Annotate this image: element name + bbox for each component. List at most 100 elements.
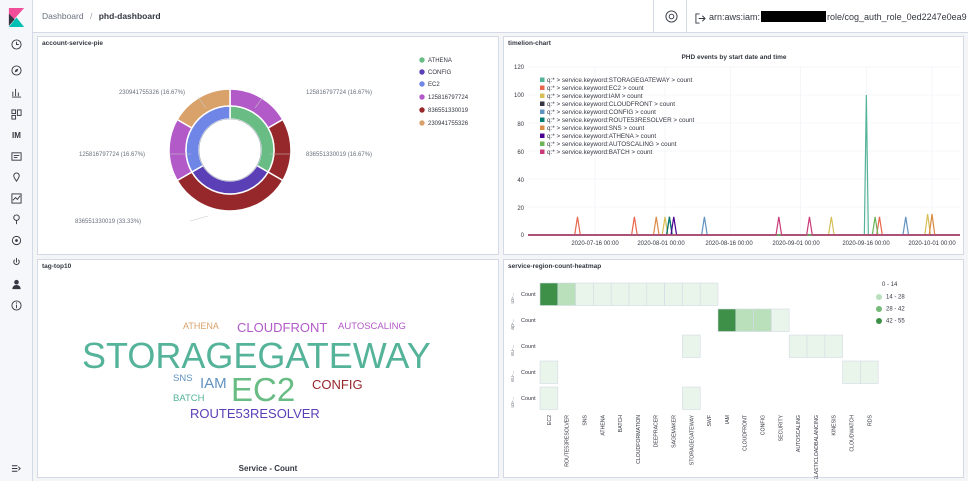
- dock-icon[interactable]: [8, 460, 25, 477]
- info-icon[interactable]: [8, 297, 25, 314]
- series-line[interactable]: [528, 216, 960, 236]
- row-label: Count: [521, 370, 536, 376]
- tag-sns[interactable]: SNS: [173, 374, 193, 384]
- legend-item[interactable]: q:* > service.keyword:ROUTE53RESOLVER > …: [540, 117, 694, 124]
- graph-icon[interactable]: [8, 211, 25, 228]
- heatmap-legend-item[interactable]: 42 - 55: [876, 318, 905, 325]
- heatmap-cell[interactable]: [575, 282, 594, 306]
- heatmap-cell[interactable]: [682, 386, 701, 410]
- legend-item[interactable]: q:* > service.keyword:ATHENA > count: [540, 133, 656, 140]
- row-label: Count: [521, 292, 536, 298]
- series-line[interactable]: [528, 216, 960, 236]
- row-label: Count: [521, 344, 536, 350]
- security-icon[interactable]: [8, 276, 25, 293]
- heatmap-cell[interactable]: [557, 282, 576, 306]
- chart-legend: q:* > service.keyword:STORAGEGATEWAY > c…: [540, 77, 694, 156]
- heatmap-cell[interactable]: [824, 334, 843, 358]
- series-line[interactable]: [528, 216, 960, 236]
- maps-icon[interactable]: [8, 169, 25, 186]
- legend-item-836551330019[interactable]: 836551330019: [419, 107, 469, 114]
- breadcrumb-dashboard[interactable]: Dashboard: [42, 11, 84, 21]
- legend-label: q:* > service.keyword:STORAGEGATEWAY > c…: [547, 77, 692, 84]
- devtools-icon[interactable]: [8, 232, 25, 249]
- heatmap-cell[interactable]: [842, 360, 861, 384]
- legend-item[interactable]: q:* > service.keyword:STORAGEGATEWAY > c…: [540, 77, 692, 84]
- compass-icon[interactable]: [8, 62, 25, 79]
- series-line[interactable]: [528, 213, 960, 236]
- monitoring-icon[interactable]: [8, 254, 25, 271]
- heatmap-legend-item[interactable]: 28 - 42: [876, 306, 905, 313]
- legend-item[interactable]: q:* > service.keyword:SNS > count: [540, 125, 645, 132]
- series-line[interactable]: [528, 216, 960, 236]
- svg-text:836551330019: 836551330019: [428, 108, 469, 114]
- canvas-icon[interactable]: [8, 148, 25, 165]
- logout-icon[interactable]: [695, 11, 706, 24]
- heatmap-cell[interactable]: [699, 282, 719, 306]
- heatmap-cell[interactable]: [860, 360, 879, 384]
- tag-route53resolver[interactable]: ROUTE53RESOLVER: [190, 407, 320, 420]
- tag-batch[interactable]: BATCH: [173, 394, 205, 404]
- heatmap-cell[interactable]: [539, 386, 559, 410]
- legend-item[interactable]: q:* > service.keyword:BATCH > count: [540, 149, 652, 156]
- chart-title: PHD events by start date and time: [681, 54, 786, 61]
- heatmap-cell[interactable]: [593, 282, 612, 306]
- heatmap-cell[interactable]: [806, 334, 826, 358]
- heatmap-cell[interactable]: [753, 308, 772, 332]
- pie-callout-label: 125816797724 (16.67%): [79, 152, 145, 158]
- clock-icon[interactable]: [8, 36, 25, 53]
- series-line[interactable]: [528, 213, 960, 236]
- kibana-logo[interactable]: [7, 8, 26, 27]
- legend-item-ec2[interactable]: EC2: [419, 81, 440, 88]
- legend-item-230941755326[interactable]: 230941755326: [419, 120, 469, 127]
- column-label: CONFIG: [761, 415, 767, 435]
- heatmap-cell[interactable]: [682, 334, 701, 358]
- heatmap-cell[interactable]: [771, 308, 790, 332]
- column-label: SWF: [707, 415, 713, 427]
- heatmap-cell[interactable]: [735, 308, 754, 332]
- tag-cloudfront[interactable]: CLOUDFRONT: [237, 321, 327, 334]
- tag-iam[interactable]: IAM: [200, 376, 227, 391]
- im-icon[interactable]: IM: [8, 127, 25, 144]
- heatmap-cell[interactable]: [788, 334, 808, 358]
- series-line[interactable]: [528, 216, 960, 236]
- tag-config[interactable]: CONFIG: [312, 378, 363, 391]
- heatmap-legend-item[interactable]: 14 - 28: [876, 294, 905, 301]
- legend-item[interactable]: q:* > service.keyword:EC2 > count: [540, 85, 644, 92]
- tag-storagegateway[interactable]: STORAGEGATEWAY: [82, 338, 431, 374]
- heatmap-cell[interactable]: [539, 282, 559, 306]
- tag-ec2[interactable]: EC2: [231, 373, 295, 406]
- help-icon[interactable]: [665, 10, 678, 23]
- heatmap-cell[interactable]: [610, 282, 630, 306]
- column-label: EC2: [547, 415, 553, 425]
- legend-label: q:* > service.keyword:ATHENA > count: [547, 133, 656, 140]
- legend-swatch: [540, 117, 545, 122]
- pie-callout-label: 230941755326 (16.67%): [119, 90, 185, 96]
- x-tick-label: 2020-09-16 00:00: [842, 241, 890, 247]
- series-line[interactable]: [528, 94, 960, 236]
- legend-item-125816797724[interactable]: 125816797724: [419, 94, 469, 101]
- heatmap-cell[interactable]: [682, 282, 701, 306]
- heatmap-cell[interactable]: [646, 282, 665, 306]
- legend-item[interactable]: q:* > service.keyword:IAM > count: [540, 93, 643, 100]
- tag-athena[interactable]: ATHENA: [183, 322, 219, 331]
- dashboard-icon[interactable]: [8, 106, 25, 123]
- legend-item[interactable]: q:* > service.keyword:AUTOSCALING > coun…: [540, 141, 677, 148]
- svg-text:ATHENA: ATHENA: [428, 58, 452, 64]
- visualize-icon[interactable]: [8, 84, 25, 101]
- tag-autoscaling[interactable]: AUTOSCALING: [338, 322, 406, 332]
- series-line[interactable]: [528, 216, 960, 236]
- panel-account-service-pie: account-service-pie 230941755326 (16.67%…: [37, 36, 499, 255]
- user-arn[interactable]: arn:aws:iam: role/cog_auth_role_0ed2247e…: [709, 11, 967, 22]
- heatmap-cell[interactable]: [717, 308, 737, 332]
- row-group-label: eu-...: [510, 344, 516, 355]
- ml-icon[interactable]: [8, 190, 25, 207]
- legend-item[interactable]: q:* > service.keyword:CONFIG > count: [540, 109, 656, 116]
- legend-item[interactable]: q:* > service.keyword:CLOUDFRONT > count: [540, 101, 675, 108]
- heatmap-cell[interactable]: [628, 282, 648, 306]
- legend-item-athena[interactable]: ATHENA: [419, 57, 452, 64]
- legend-item-config[interactable]: CONFIG: [419, 69, 452, 76]
- series-line[interactable]: [528, 216, 960, 236]
- heatmap-cell[interactable]: [664, 282, 683, 306]
- timeline-chart: PHD events by start date and time 120 10…: [514, 54, 960, 247]
- heatmap-cell[interactable]: [539, 360, 559, 384]
